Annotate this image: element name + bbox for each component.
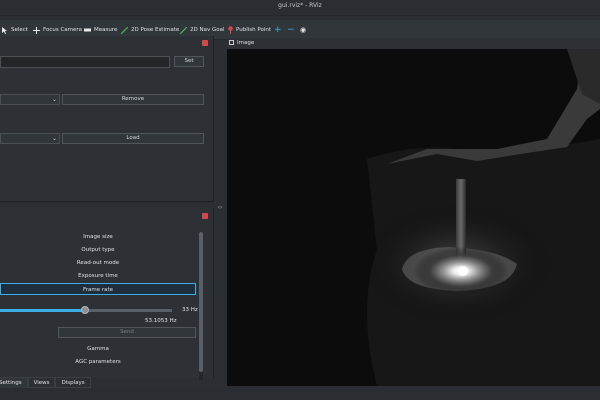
pose-estimate-button[interactable]: 2D Pose Estimate (121, 24, 179, 36)
window-title: gui.rviz* - RViz (278, 2, 322, 9)
nav-goal-button[interactable]: 2D Nav Goal (180, 24, 225, 36)
frame-rate-slider-fill (0, 309, 84, 312)
image-panel: Image (227, 38, 600, 386)
tab-displays[interactable]: Displays (55, 377, 91, 388)
select-label: Select (11, 27, 28, 33)
send-button[interactable]: Send (58, 327, 196, 338)
frame-rate-slider-handle[interactable] (81, 306, 89, 314)
property-read-out-mode[interactable]: Read-out mode (0, 257, 196, 269)
measure-button[interactable]: Measure (84, 24, 117, 36)
publish-point-label: Publish Point (236, 27, 272, 33)
property-image-size[interactable]: Image size (0, 231, 196, 243)
dropdown-select-2[interactable]: ⌄ (0, 133, 60, 144)
property-gamma[interactable]: Gamma (0, 343, 196, 355)
publish-point-button[interactable]: Publish Point (228, 24, 271, 36)
scrollbar-thumb[interactable] (199, 232, 203, 372)
chevron-down-icon: ⌄ (51, 135, 57, 142)
set-button[interactable]: Set (174, 56, 204, 67)
image-icon (229, 39, 234, 45)
close-icon[interactable] (202, 213, 208, 219)
splitter-handle[interactable]: ‹› (214, 204, 226, 214)
tab-views[interactable]: Views (27, 377, 56, 388)
eye-icon[interactable]: ◉ (300, 24, 306, 36)
focus-camera-button[interactable]: Focus Camera (33, 24, 82, 36)
property-exposure-time[interactable]: Exposure time (0, 270, 196, 282)
load-button[interactable]: Load (62, 133, 204, 144)
select-tool-button[interactable]: Select (2, 24, 28, 36)
camera-image-svg (227, 49, 600, 386)
measure-label: Measure (94, 27, 118, 33)
slider-max-label: 33 Hz (182, 307, 198, 313)
map-pin-icon (228, 26, 233, 34)
pose-estimate-label: 2D Pose Estimate (131, 27, 180, 33)
remove-button[interactable]: Remove (62, 94, 204, 105)
focus-camera-label: Focus Camera (43, 27, 83, 33)
close-icon[interactable] (202, 40, 208, 46)
minus-icon[interactable]: − (287, 24, 295, 36)
image-panel-header: Image (227, 38, 600, 48)
nav-goal-label: 2D Nav Goal (190, 27, 225, 33)
panel-tabs: Settings Views Displays (0, 377, 214, 388)
chevron-down-icon: ⌄ (51, 96, 57, 103)
camera-image (227, 49, 600, 386)
status-bar (0, 388, 600, 400)
top-tool-panel: Set ⌄ Remove ⌄ Load (0, 36, 214, 202)
property-agc-parameters[interactable]: AGC parameters (0, 356, 196, 368)
dropdown-select[interactable]: ⌄ (0, 94, 60, 105)
cursor-icon (2, 26, 7, 34)
green-arrow-icon (121, 26, 128, 34)
text-input[interactable] (0, 56, 170, 68)
green-arrow-icon (180, 26, 187, 34)
slider-value-label: 53.1053 Hz (145, 318, 177, 324)
ruler-icon (84, 28, 91, 32)
property-frame-rate[interactable]: Frame rate (0, 283, 196, 295)
tab-settings[interactable]: Settings (0, 377, 28, 388)
plus-icon[interactable]: + (274, 24, 282, 36)
title-bar: gui.rviz* - RViz (0, 0, 600, 16)
crosshair-icon (33, 26, 40, 34)
property-output-type[interactable]: Output type (0, 244, 196, 256)
image-panel-title: Image (237, 40, 255, 46)
settings-scrollbar[interactable] (199, 232, 203, 380)
